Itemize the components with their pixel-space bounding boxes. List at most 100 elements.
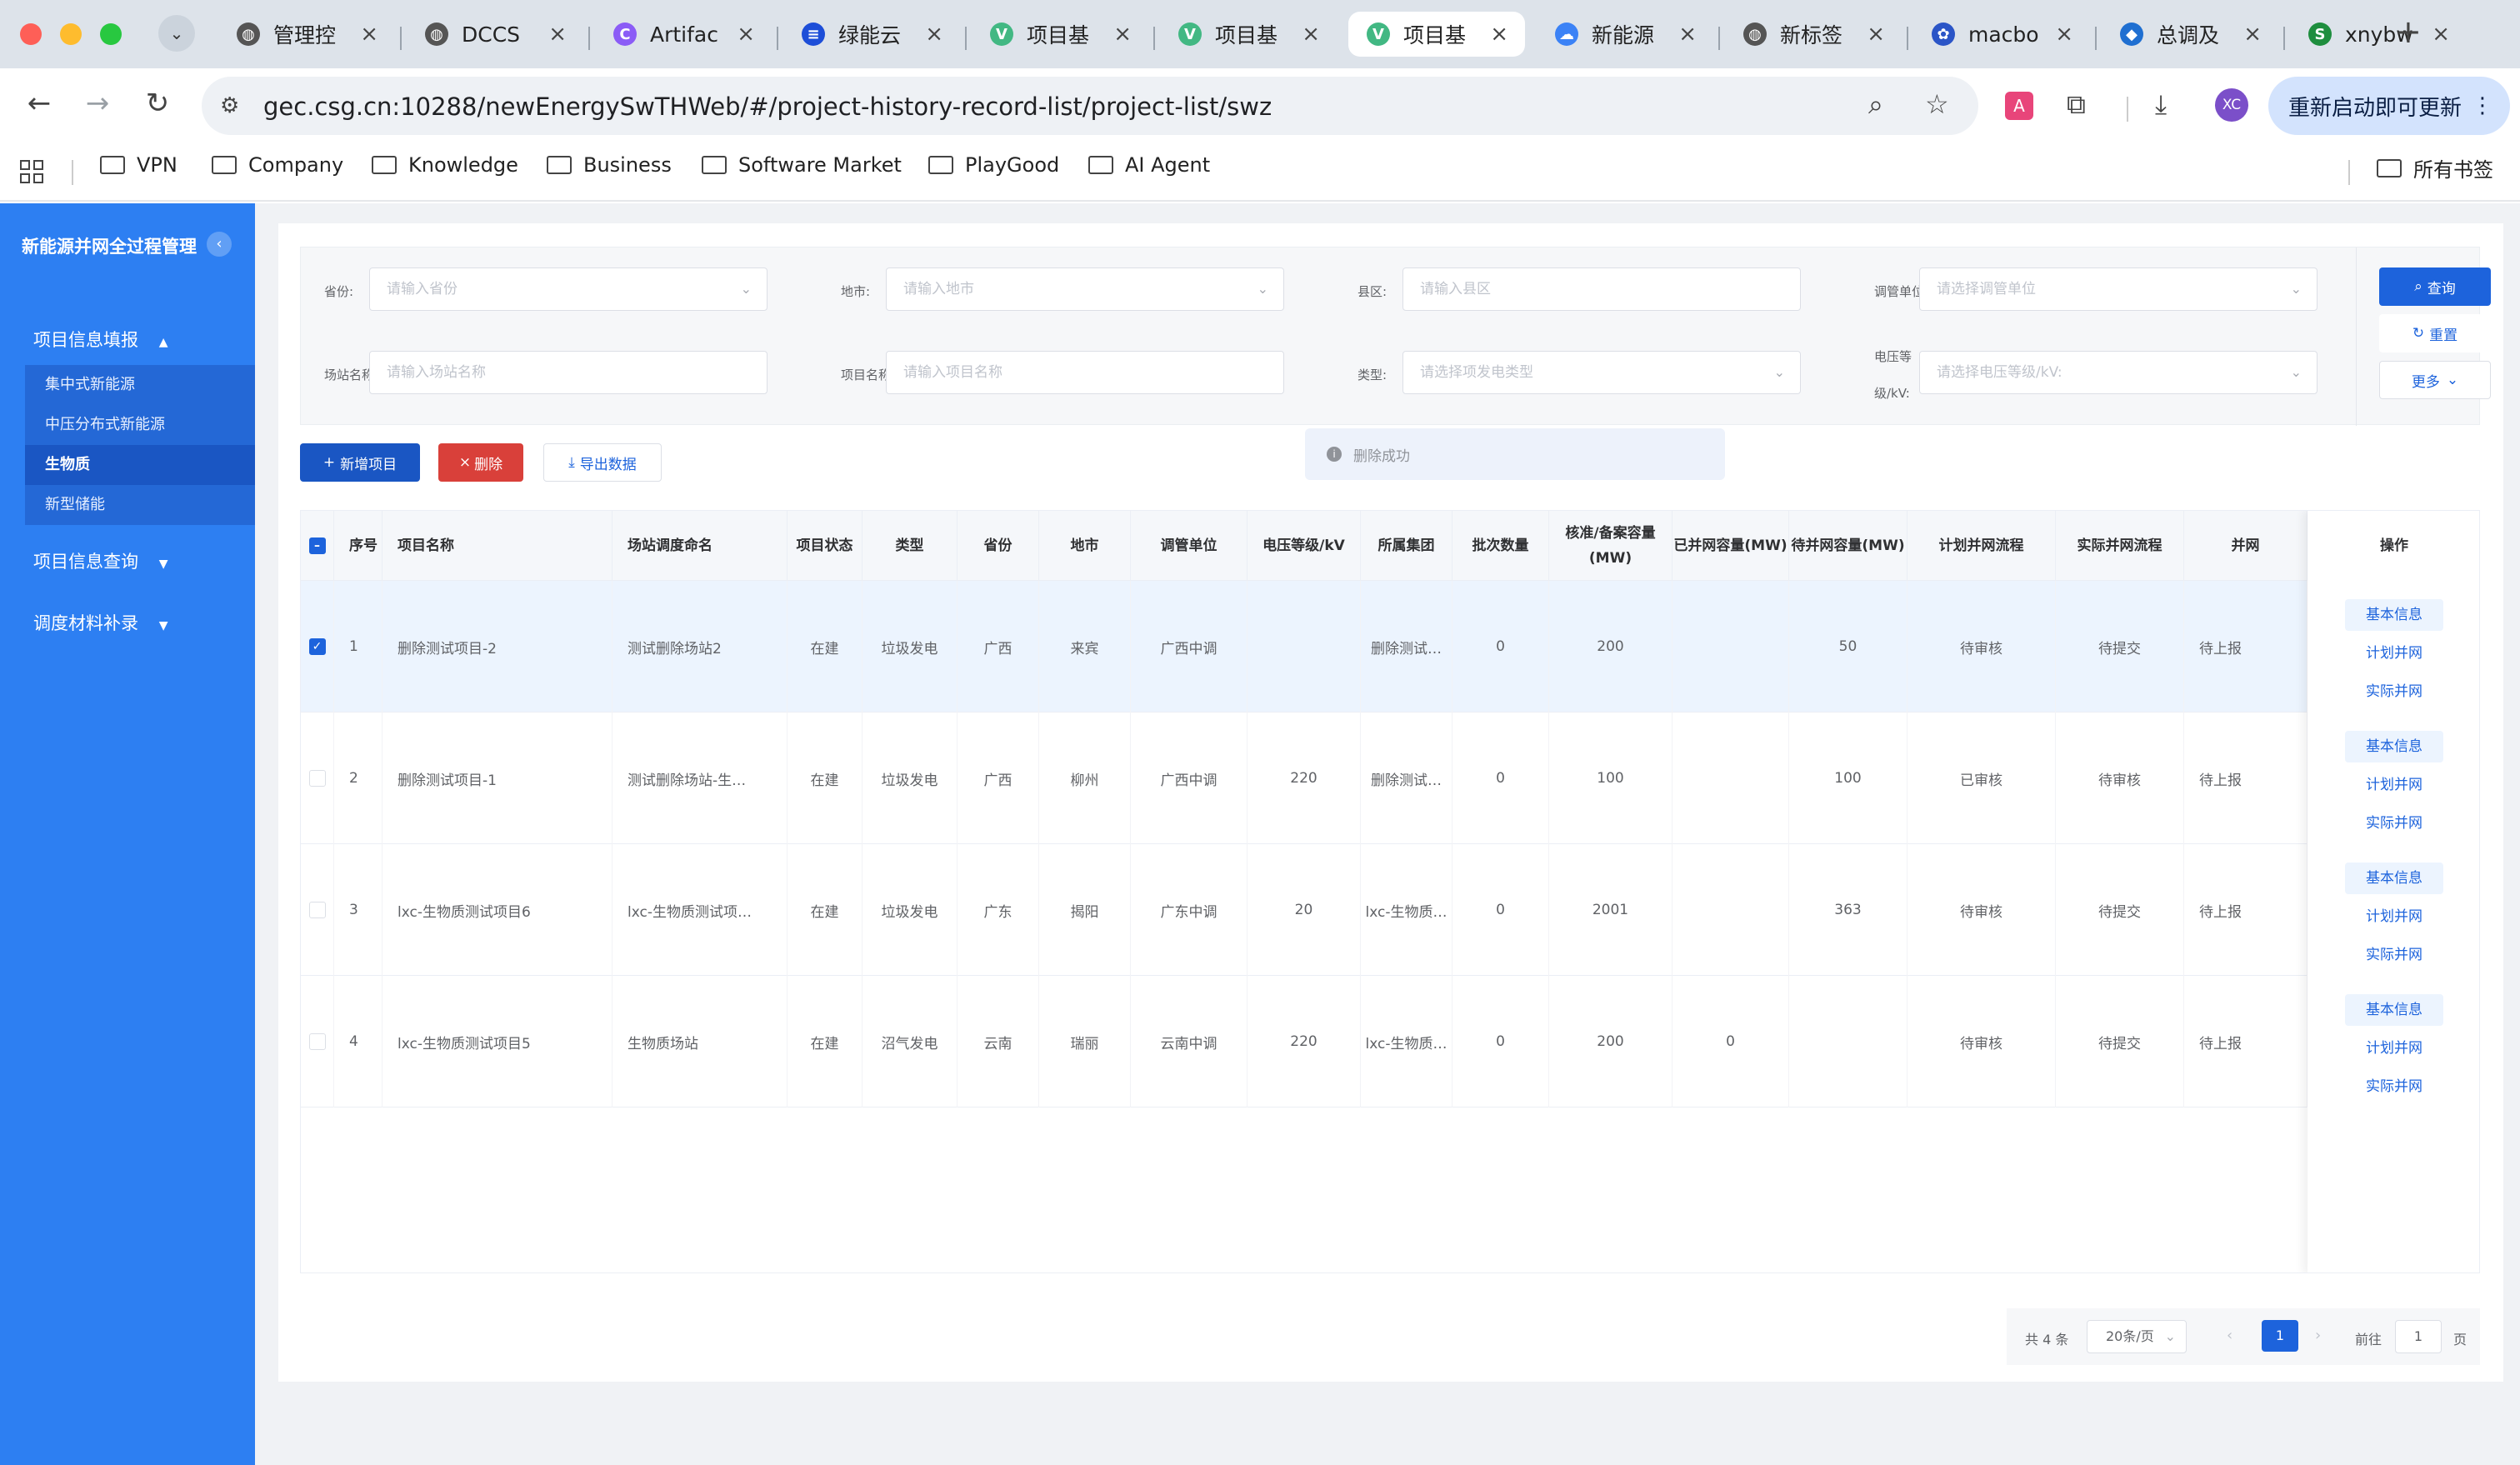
prev-page-icon[interactable]: ‹	[2227, 1327, 2232, 1344]
bookmark-knowledge[interactable]: Knowledge	[372, 153, 518, 177]
back-icon[interactable]: ←	[20, 87, 58, 120]
bookmark-vpn[interactable]: VPN	[100, 153, 178, 177]
close-tab-icon[interactable]: ×	[360, 22, 378, 47]
plan-grid-link[interactable]: 计划并网	[2345, 769, 2443, 801]
plan-grid-link[interactable]: 计划并网	[2345, 638, 2443, 669]
browser-tab[interactable]: V 项目基 ×	[1348, 12, 1525, 57]
station-name-input[interactable]: 请输入场站名称	[369, 351, 768, 394]
browser-tab[interactable]: V 项目基 ×	[1160, 12, 1337, 57]
browser-tab[interactable]: C Artifac ×	[595, 12, 772, 57]
close-tab-icon[interactable]: ×	[1867, 22, 1885, 47]
download-icon[interactable]: ⤓	[2155, 88, 2167, 121]
basic-info-link[interactable]: 基本信息	[2345, 862, 2443, 894]
bookmark-business[interactable]: Business	[547, 153, 672, 177]
province-select[interactable]: 请输入省份 ⌄	[369, 268, 768, 311]
more-button[interactable]: 更多 ⌄	[2379, 361, 2491, 399]
row-checkbox[interactable]	[301, 712, 334, 844]
table-row[interactable]: ✓ 1 删除测试项目-2 测试删除场站2 在建 垃圾发电 广西 来宾 广西中调 删除测试… 0 200…	[301, 581, 2479, 712]
add-project-button[interactable]: + 新增项目	[300, 443, 420, 482]
close-window-icon[interactable]	[20, 23, 42, 45]
close-tab-icon[interactable]: ×	[737, 22, 755, 47]
close-tab-icon[interactable]: ×	[1302, 22, 1320, 47]
browser-tab[interactable]: ☁ 新能源 ×	[1537, 12, 1713, 57]
url-text[interactable]: gec.csg.cn:10288/newEnergySwTHWeb/#/proj…	[263, 92, 1272, 121]
minimize-window-icon[interactable]	[60, 23, 82, 45]
select-all-checkbox[interactable]: –	[301, 511, 334, 581]
export-button[interactable]: ⤓ 导出数据	[543, 443, 662, 482]
project-name-input[interactable]: 请输入项目名称	[886, 351, 1284, 394]
close-tab-icon[interactable]: ×	[2432, 22, 2450, 47]
submenu-storage[interactable]: 新型储能	[25, 485, 255, 525]
apps-grid-icon[interactable]	[20, 160, 43, 183]
browser-tab[interactable]: ◍ 管理控 ×	[218, 12, 395, 57]
browser-tab[interactable]: Sxnybw ×	[2290, 12, 2467, 57]
more-menu-icon[interactable]: ⋮	[2472, 93, 2493, 118]
row-checkbox[interactable]: ✓	[301, 581, 334, 712]
browser-tab[interactable]: ◍ DCCS ×	[407, 12, 583, 57]
browser-tab[interactable]: ◆ 总调及 ×	[2102, 12, 2278, 57]
extension-translate-icon[interactable]: A	[2005, 92, 2033, 120]
goto-page-input[interactable]: 1	[2395, 1320, 2442, 1353]
bookmark-ai-agent[interactable]: AI Agent	[1088, 153, 1210, 177]
submenu-centralized[interactable]: 集中式新能源	[25, 365, 255, 405]
site-info-icon[interactable]: ⚙	[220, 93, 239, 118]
reload-icon[interactable]: ↻	[138, 87, 177, 120]
page-1-button[interactable]: 1	[2262, 1320, 2298, 1352]
voltage-select[interactable]: 请选择电压等级/kV: ⌄	[1919, 351, 2318, 394]
new-tab-icon[interactable]: +	[2395, 13, 2422, 50]
bookmark-star-icon[interactable]: ☆	[1925, 88, 1949, 120]
city-select[interactable]: 请输入地市 ⌄	[886, 268, 1284, 311]
actual-grid-link[interactable]: 实际并网	[2345, 676, 2443, 708]
bookmark-software-market[interactable]: Software Market	[702, 153, 902, 177]
table-row[interactable]: 3 lxc-生物质测试项目6 lxc-生物质测试项… 在建 垃圾发电 广东 揭阳 广东中调 20…	[301, 844, 2479, 976]
address-bar[interactable]: ⚙ gec.csg.cn:10288/newEnergySwTHWeb/#/pr…	[202, 77, 1978, 135]
actual-grid-link[interactable]: 实际并网	[2345, 808, 2443, 839]
all-bookmarks[interactable]: 所有书签	[2377, 153, 2493, 182]
table-row[interactable]: 2 删除测试项目-1 测试删除场站-生… 在建 垃圾发电 广西 柳州 广西中调 220 删除测试……	[301, 712, 2479, 844]
basic-info-link[interactable]: 基本信息	[2345, 599, 2443, 631]
bookmark-playgood[interactable]: PlayGood	[928, 153, 1059, 177]
close-tab-icon[interactable]: ×	[2055, 22, 2073, 47]
forward-icon[interactable]: →	[78, 87, 117, 120]
basic-info-link[interactable]: 基本信息	[2345, 994, 2443, 1026]
close-tab-icon[interactable]: ×	[1678, 22, 1697, 47]
menu-dispatch-material[interactable]: 调度材料补录 ▼	[33, 610, 168, 635]
submenu-biomass[interactable]: 生物质	[25, 445, 255, 485]
basic-info-link[interactable]: 基本信息	[2345, 731, 2443, 762]
profile-avatar[interactable]: XC	[2215, 88, 2248, 122]
collapse-sidebar-icon[interactable]: ‹	[207, 232, 232, 257]
actual-grid-link[interactable]: 实际并网	[2345, 1071, 2443, 1102]
browser-tab[interactable]: ≡ 绿能云 ×	[783, 12, 960, 57]
close-tab-icon[interactable]: ×	[2243, 22, 2262, 47]
table-row[interactable]: 4 lxc-生物质测试项目5 生物质场站 在建 沼气发电 云南 瑞丽 云南中调 220 lxc-生…	[301, 976, 2479, 1108]
search-button[interactable]: ⌕ 查询	[2379, 268, 2491, 306]
delete-button[interactable]: × 删除	[438, 443, 523, 482]
reset-button[interactable]: ↻ 重置	[2379, 314, 2491, 352]
zoom-search-icon[interactable]: ⌕	[1868, 88, 1883, 121]
close-tab-icon[interactable]: ×	[925, 22, 943, 47]
tab-search-icon[interactable]: ⌄	[158, 15, 195, 52]
page-size-select[interactable]: 20条/页 ⌄	[2087, 1320, 2187, 1353]
browser-tab[interactable]: V 项目基 ×	[972, 12, 1148, 57]
extensions-puzzle-icon[interactable]: ⧉	[2067, 88, 2086, 121]
bookmark-company[interactable]: Company	[212, 153, 343, 177]
close-tab-icon[interactable]: ×	[548, 22, 567, 47]
close-tab-icon[interactable]: ×	[1113, 22, 1132, 47]
submenu-distributed[interactable]: 中压分布式新能源	[25, 405, 255, 445]
menu-project-query[interactable]: 项目信息查询 ▼	[33, 548, 168, 573]
row-checkbox[interactable]	[301, 976, 334, 1108]
row-checkbox[interactable]	[301, 844, 334, 976]
close-tab-icon[interactable]: ×	[1490, 22, 1508, 47]
actual-grid-link[interactable]: 实际并网	[2345, 939, 2443, 971]
browser-tab[interactable]: ◍ 新标签 ×	[1725, 12, 1902, 57]
plan-grid-link[interactable]: 计划并网	[2345, 1032, 2443, 1064]
next-page-icon[interactable]: ›	[2315, 1327, 2321, 1344]
plan-grid-link[interactable]: 计划并网	[2345, 901, 2443, 932]
menu-project-fill[interactable]: 项目信息填报 ▲	[33, 327, 168, 352]
update-button[interactable]: 重新启动即可更新 ⋮	[2268, 77, 2510, 135]
maximize-window-icon[interactable]	[100, 23, 122, 45]
type-select[interactable]: 请选择项发电类型 ⌄	[1402, 351, 1801, 394]
county-input[interactable]: 请输入县区	[1402, 268, 1801, 311]
browser-tab[interactable]: ✿ macbo ×	[1913, 12, 2090, 57]
dispatch-unit-select[interactable]: 请选择调管单位 ⌄	[1919, 268, 2318, 311]
